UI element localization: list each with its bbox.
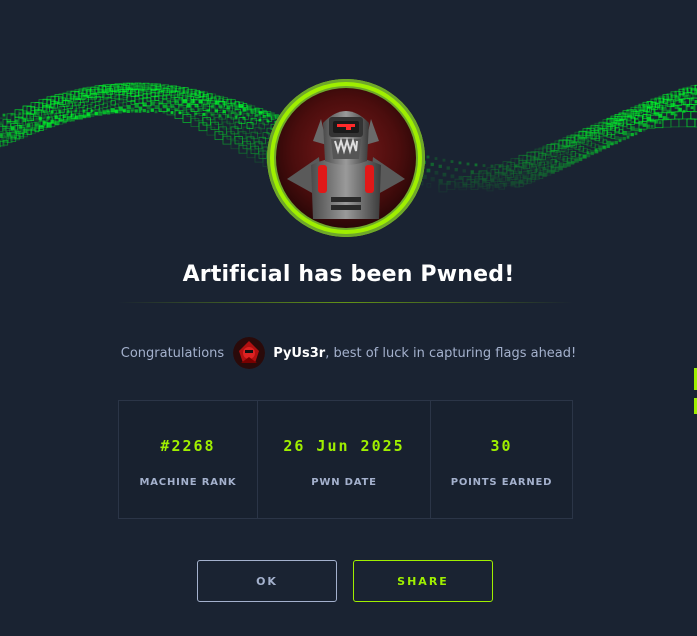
stat-value: #2268 (160, 437, 216, 455)
username-link[interactable]: PyUs3r (273, 346, 325, 361)
congrats-message: Congratulations PyUs3r , best of luck in… (0, 336, 697, 370)
machine-avatar (267, 79, 425, 237)
robot-machine-icon (274, 86, 418, 230)
stat-label: PWN DATE (311, 477, 377, 488)
stat-label: POINTS EARNED (450, 477, 553, 488)
title-divider (118, 302, 573, 303)
stat-pwn-date: 26 Jun 2025 PWN DATE (258, 401, 431, 518)
stat-value: 26 Jun 2025 (283, 437, 405, 455)
stat-machine-rank: #2268 MACHINE RANK (119, 401, 258, 518)
stat-points-earned: 30 POINTS EARNED (431, 401, 572, 518)
congrats-suffix: , best of luck in capturing flags ahead! (325, 345, 577, 361)
stats-panel: #2268 MACHINE RANK 26 Jun 2025 PWN DATE … (118, 400, 573, 519)
stat-value: 30 (490, 437, 513, 455)
user-avatar-icon[interactable] (233, 337, 266, 369)
congrats-prefix: Congratulations (120, 345, 225, 361)
stat-label: MACHINE RANK (139, 477, 237, 488)
share-button[interactable]: SHARE (353, 560, 493, 602)
page-title: Artificial has been Pwned! (182, 262, 515, 287)
ok-button[interactable]: OK (197, 560, 337, 602)
